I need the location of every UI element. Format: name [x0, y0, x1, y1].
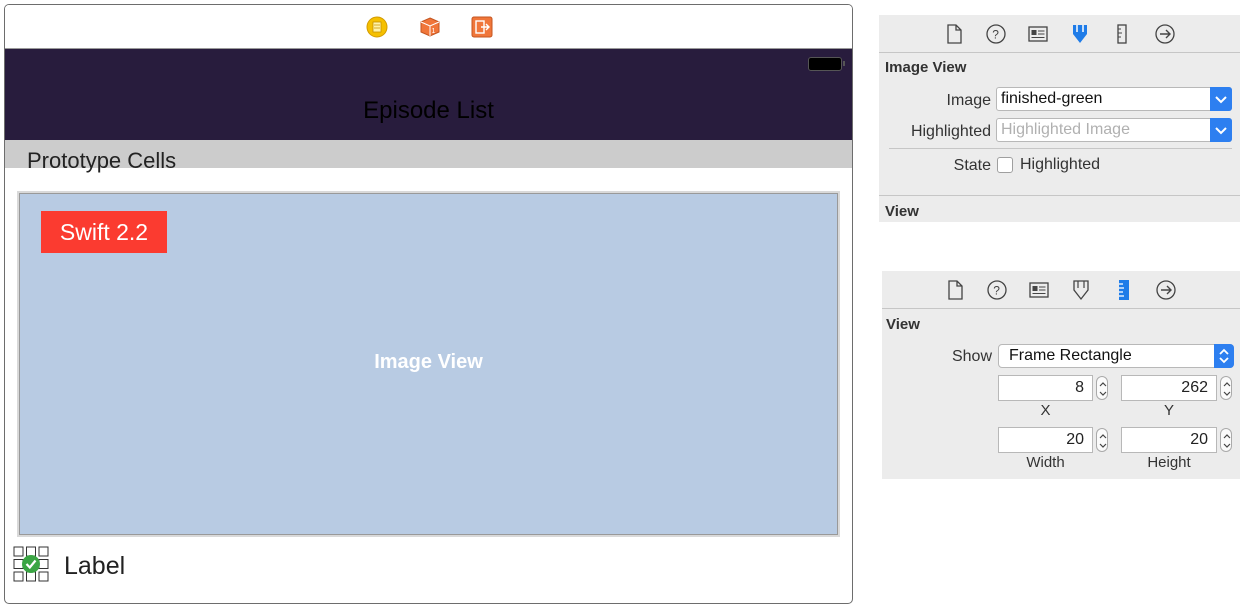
connections-icon[interactable] — [1155, 279, 1177, 301]
section-title: Prototype Cells — [27, 148, 177, 173]
highlighted-label: Highlighted — [910, 123, 991, 140]
height-caption: Height — [1147, 454, 1191, 471]
show-value: Frame Rectangle — [1009, 347, 1132, 364]
x-caption: X — [1040, 402, 1051, 419]
state-label: State — [953, 157, 991, 174]
file-icon[interactable] — [943, 23, 965, 45]
selected-view-grid-icon[interactable] — [13, 546, 49, 582]
highlighted-image-combo[interactable]: Highlighted Image — [996, 118, 1232, 142]
image-view-section-title: Image View — [885, 59, 967, 76]
battery-icon — [808, 57, 845, 71]
svg-text:?: ? — [992, 28, 999, 42]
image-view-placeholder-label: Image View — [374, 351, 483, 373]
image-label: Image — [946, 92, 991, 109]
highlighted-image-placeholder: Highlighted Image — [1001, 121, 1130, 138]
chevron-down-icon[interactable] — [1210, 87, 1232, 111]
image-combo[interactable]: finished-green — [996, 87, 1232, 111]
help-icon[interactable]: ? — [986, 279, 1008, 301]
inspector-tabbar: ? — [882, 271, 1240, 309]
prototype-cells-header: Prototype Cells — [5, 140, 852, 173]
y-caption: Y — [1163, 402, 1174, 419]
connections-icon[interactable] — [1154, 23, 1176, 45]
exit-icon[interactable] — [471, 16, 493, 38]
image-view[interactable]: Swift 2.2 Image View — [17, 191, 840, 537]
y-field[interactable]: 262 — [1121, 375, 1217, 401]
y-stepper[interactable] — [1220, 376, 1232, 400]
first-responder-icon[interactable]: 1 — [419, 16, 441, 38]
divider — [889, 148, 1232, 149]
divider — [879, 195, 1240, 196]
cell-label-row[interactable]: Label — [13, 543, 313, 583]
image-value: finished-green — [1001, 90, 1103, 107]
attributes-icon[interactable] — [1069, 23, 1091, 45]
svg-text:1: 1 — [432, 28, 436, 35]
inspector-tabbar: ? — [879, 15, 1240, 53]
identity-icon[interactable] — [1027, 23, 1049, 45]
swift-badge[interactable]: Swift 2.2 — [41, 211, 167, 253]
scene-dock: 1 — [5, 5, 852, 49]
file-icon[interactable] — [944, 279, 966, 301]
width-field[interactable]: 20 — [998, 427, 1093, 453]
chevron-up-down-icon[interactable] — [1214, 344, 1234, 368]
highlighted-checkbox[interactable] — [997, 157, 1013, 173]
help-icon[interactable]: ? — [985, 23, 1007, 45]
x-field[interactable]: 8 — [998, 375, 1093, 401]
chevron-down-icon[interactable] — [1210, 118, 1232, 142]
show-popup[interactable]: Frame Rectangle — [998, 344, 1234, 368]
identity-icon[interactable] — [1028, 279, 1050, 301]
cell-label[interactable]: Label — [64, 552, 125, 581]
width-stepper[interactable] — [1096, 428, 1108, 452]
attributes-icon[interactable] — [1070, 279, 1092, 301]
svg-text:?: ? — [993, 284, 1000, 298]
show-label: Show — [951, 348, 992, 365]
view-controller-icon[interactable] — [366, 16, 388, 38]
width-caption: Width — [1026, 454, 1065, 471]
view-section-title: View — [885, 203, 919, 220]
size-icon[interactable] — [1111, 23, 1133, 45]
navigation-bar[interactable]: Episode List — [5, 49, 852, 140]
height-stepper[interactable] — [1220, 428, 1232, 452]
nav-title[interactable]: Episode List — [5, 97, 852, 125]
size-inspector: ? View Show Frame Rectangle 8 X 262 Y 20… — [882, 271, 1240, 479]
size-icon[interactable] — [1113, 279, 1135, 301]
view-section-title: View — [886, 316, 920, 333]
x-stepper[interactable] — [1096, 376, 1108, 400]
highlighted-checkbox-label[interactable]: Highlighted — [1020, 156, 1100, 174]
height-field[interactable]: 20 — [1121, 427, 1217, 453]
storyboard-scene[interactable]: 1 Episode List Prototype Cells Swift 2.2… — [4, 4, 853, 604]
attributes-inspector: ? Image View Image finished-green Highli… — [879, 15, 1240, 222]
